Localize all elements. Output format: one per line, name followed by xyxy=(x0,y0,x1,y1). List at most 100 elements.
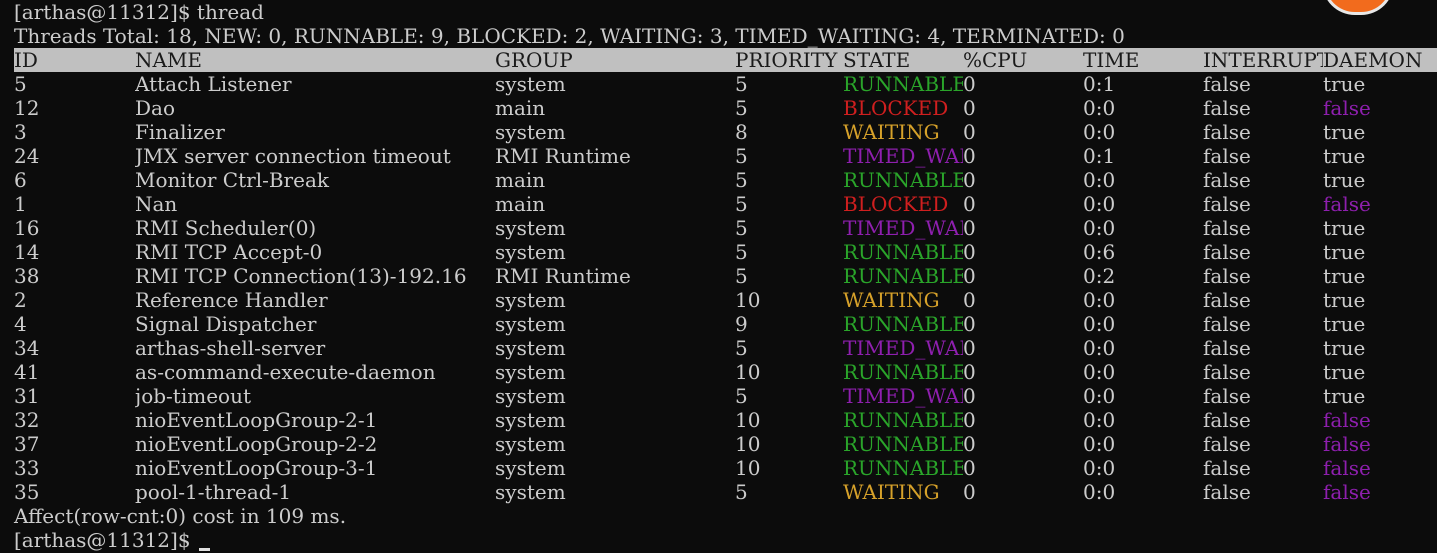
column-header-time: TIME xyxy=(1083,48,1140,72)
table-row: 14 RMI TCP Accept-0 system 5 RUNNABLE 0 0:6 fal… xyxy=(14,240,1437,264)
thread-cpu: 0 xyxy=(963,288,976,312)
thread-interrupt: false xyxy=(1203,480,1251,504)
thread-priority: 5 xyxy=(735,480,748,504)
thread-group: system xyxy=(495,384,566,408)
thread-state: RUNNABLE xyxy=(843,432,963,456)
thread-id: 41 xyxy=(14,360,40,384)
thread-cpu: 0 xyxy=(963,264,976,288)
table-row: 35 pool-1-thread-1 system 5 WAITING 0 0:0 false… xyxy=(14,480,1437,504)
thread-state: WAITING xyxy=(843,480,940,504)
thread-daemon: true xyxy=(1323,120,1366,144)
thread-daemon: false xyxy=(1323,96,1371,120)
command-prompt-input[interactable]: [arthas@11312]$ xyxy=(14,528,210,552)
thread-priority: 5 xyxy=(735,384,748,408)
thread-id: 14 xyxy=(14,240,40,264)
thread-state: TIMED_WAI xyxy=(843,216,963,240)
thread-group: main xyxy=(495,192,546,216)
column-header-group: GROUP xyxy=(495,48,573,72)
thread-state: RUNNABLE xyxy=(843,72,963,96)
thread-time: 0:0 xyxy=(1083,288,1116,312)
thread-name: Nan xyxy=(135,192,178,216)
thread-cpu: 0 xyxy=(963,240,976,264)
terminal-window[interactable]: [arthas@11312]$ thread Threads Total: 18… xyxy=(0,0,1437,553)
thread-group: system xyxy=(495,456,566,480)
table-row: 12 Dao main 5 BLOCKED 0 0:0 false false xyxy=(14,96,1437,120)
thread-id: 35 xyxy=(14,480,40,504)
column-header-id: ID xyxy=(14,48,38,72)
thread-name: Signal Dispatcher xyxy=(135,312,317,336)
thread-state: BLOCKED xyxy=(843,192,949,216)
table-row: 1 Nan main 5 BLOCKED 0 0:0 false false xyxy=(14,192,1437,216)
thread-cpu: 0 xyxy=(963,456,976,480)
thread-state: TIMED_WAI xyxy=(843,384,963,408)
table-row: 38 RMI TCP Connection(13)-192.16 RMI Runti… xyxy=(14,264,1437,288)
thread-time: 0:0 xyxy=(1083,360,1116,384)
thread-cpu: 0 xyxy=(963,336,976,360)
thread-interrupt: false xyxy=(1203,120,1251,144)
thread-group: system xyxy=(495,336,566,360)
thread-daemon: false xyxy=(1323,456,1371,480)
thread-interrupt: false xyxy=(1203,312,1251,336)
thread-daemon: false xyxy=(1323,192,1371,216)
thread-time: 0:0 xyxy=(1083,432,1116,456)
thread-group: system xyxy=(495,408,566,432)
thread-time: 0:0 xyxy=(1083,336,1116,360)
table-row: 37 nioEventLoopGroup-2-2 system 10 RUNNABLE 0… xyxy=(14,432,1437,456)
thread-interrupt: false xyxy=(1203,456,1251,480)
thread-time: 0:2 xyxy=(1083,264,1116,288)
thread-id: 3 xyxy=(14,120,27,144)
thread-priority: 10 xyxy=(735,456,761,480)
thread-name: pool-1-thread-1 xyxy=(135,480,292,504)
thread-id: 31 xyxy=(14,384,40,408)
column-header-interrupt: INTERRUPT xyxy=(1203,48,1323,72)
thread-daemon: false xyxy=(1323,480,1371,504)
thread-daemon: true xyxy=(1323,312,1366,336)
thread-id: 32 xyxy=(14,408,40,432)
thread-id: 33 xyxy=(14,456,40,480)
thread-state: WAITING xyxy=(843,288,940,312)
thread-time: 0:0 xyxy=(1083,480,1116,504)
text-cursor xyxy=(198,548,210,551)
thread-group: system xyxy=(495,312,566,336)
thread-interrupt: false xyxy=(1203,96,1251,120)
thread-cpu: 0 xyxy=(963,432,976,456)
thread-daemon: true xyxy=(1323,144,1366,168)
thread-cpu: 0 xyxy=(963,144,976,168)
thread-priority: 5 xyxy=(735,144,748,168)
thread-interrupt: false xyxy=(1203,72,1251,96)
thread-state: TIMED_WAI xyxy=(843,336,963,360)
thread-name: RMI TCP Connection(13)-192.16 xyxy=(135,264,467,288)
table-row: 5 Attach Listener system 5 RUNNABLE 0 0:1 false… xyxy=(14,72,1437,96)
column-header-daemon: DAEMON xyxy=(1323,48,1423,72)
thread-interrupt: false xyxy=(1203,336,1251,360)
column-header-name: NAME xyxy=(135,48,203,72)
thread-daemon: true xyxy=(1323,264,1366,288)
thread-group: system xyxy=(495,288,566,312)
thread-group: main xyxy=(495,168,546,192)
thread-state: RUNNABLE xyxy=(843,264,963,288)
thread-id: 24 xyxy=(14,144,40,168)
thread-interrupt: false xyxy=(1203,288,1251,312)
thread-cpu: 0 xyxy=(963,312,976,336)
thread-id: 1 xyxy=(14,192,27,216)
thread-id: 16 xyxy=(14,216,40,240)
thread-priority: 8 xyxy=(735,120,748,144)
command-result-footer: Affect(row-cnt:0) cost in 109 ms. xyxy=(14,504,347,528)
column-header-cpu: %CPU xyxy=(963,48,1028,72)
thread-priority: 10 xyxy=(735,408,761,432)
table-row: 16 RMI Scheduler(0) system 5 TIMED_WAI 0 0:0 fa… xyxy=(14,216,1437,240)
thread-time: 0:0 xyxy=(1083,120,1116,144)
thread-priority: 5 xyxy=(735,336,748,360)
table-row: 2 Reference Handler system 10 WAITING 0 0:0 fal… xyxy=(14,288,1437,312)
thread-time: 0:0 xyxy=(1083,96,1116,120)
thread-summary: Threads Total: 18, NEW: 0, RUNNABLE: 9, … xyxy=(14,24,1125,48)
thread-name: Dao xyxy=(135,96,175,120)
thread-priority: 5 xyxy=(735,264,748,288)
thread-interrupt: false xyxy=(1203,360,1251,384)
thread-priority: 10 xyxy=(735,432,761,456)
column-header-priority: PRIORITY xyxy=(735,48,838,72)
table-header: ID NAME GROUP PRIORITY STATE %CPU TIME I… xyxy=(14,48,1437,72)
thread-time: 0:0 xyxy=(1083,312,1116,336)
thread-cpu: 0 xyxy=(963,384,976,408)
thread-priority: 5 xyxy=(735,72,748,96)
